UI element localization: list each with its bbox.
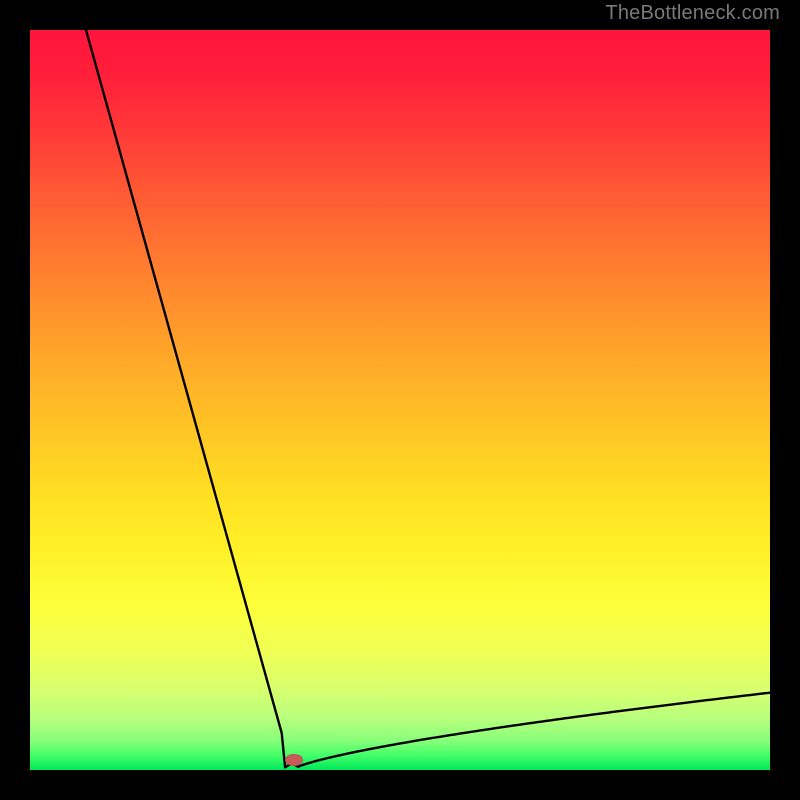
optimal-point-marker [285,754,303,766]
bottleneck-curve-path [86,30,770,767]
plot-area [30,30,770,770]
attribution-text: TheBottleneck.com [605,2,780,25]
bottleneck-curve-svg [30,30,770,770]
